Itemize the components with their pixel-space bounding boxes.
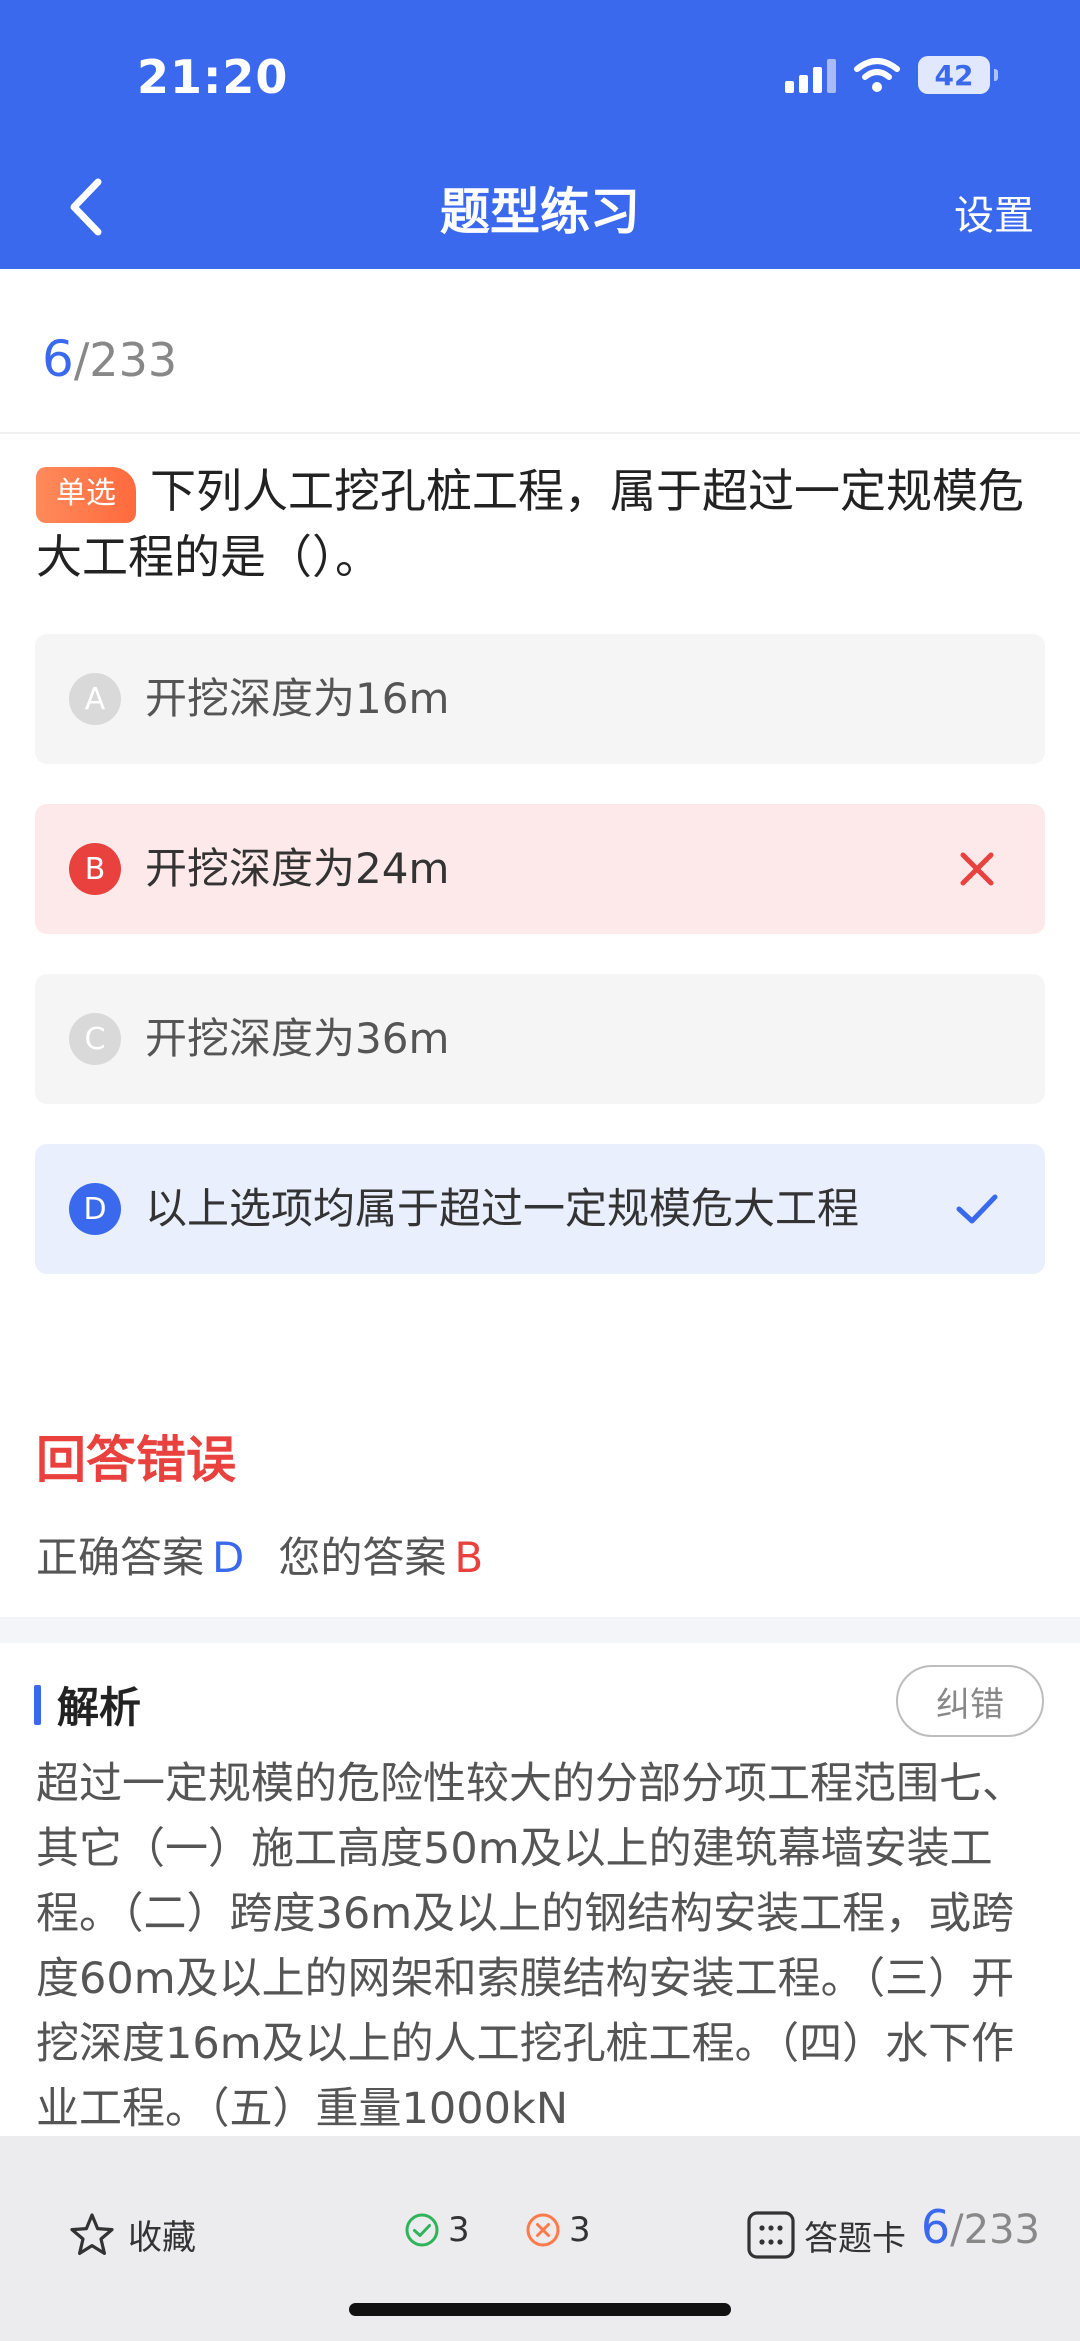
check-circle-icon <box>405 2213 439 2247</box>
option-text: 开挖深度为16m <box>145 674 450 723</box>
answer-summary: 正确答案 D 您的答案 B <box>36 1524 483 1585</box>
favorite-button[interactable]: 收藏 <box>68 2210 196 2259</box>
check-icon <box>956 1194 998 1224</box>
cross-circle-icon <box>526 2213 560 2247</box>
answer-card-label: 答题卡 <box>804 2218 906 2259</box>
option-text: 开挖深度为36m <box>145 1014 450 1063</box>
settings-button[interactable]: 设置 <box>954 183 1034 241</box>
answer-card-button[interactable]: 答题卡 <box>746 2210 906 2260</box>
status-time: 21:20 <box>137 50 289 104</box>
option-a[interactable]: A 开挖深度为16m <box>35 634 1045 764</box>
wifi-icon <box>854 58 900 92</box>
favorite-label: 收藏 <box>128 2218 196 2258</box>
question-type-badge: 单选 <box>36 467 136 523</box>
analysis-text: 超过一定规模的危险性较大的分部分项工程范围七、其它（一）施工高度50m及以上的建… <box>36 1759 1025 2134</box>
grid-icon <box>747 2211 795 2259</box>
option-letter: C <box>69 1013 121 1065</box>
cross-icon <box>960 852 994 886</box>
report-error-button[interactable]: 纠错 <box>896 1665 1044 1737</box>
option-letter: B <box>69 843 121 895</box>
analysis-header: 解析 <box>34 1674 141 1735</box>
battery-icon: 42 <box>918 56 998 94</box>
divider <box>0 432 1080 434</box>
option-text: 以上选项均属于超过一定规模危大工程 <box>145 1184 860 1233</box>
result-title: 回答错误 <box>36 1431 236 1489</box>
question-counter: 6/233 <box>42 330 177 388</box>
option-d[interactable]: D 以上选项均属于超过一定规模危大工程 <box>35 1144 1045 1274</box>
correct-answer-value: D <box>212 1533 245 1582</box>
option-b[interactable]: B 开挖深度为24m <box>35 804 1045 934</box>
correct-answer-label: 正确答案 <box>36 1533 205 1582</box>
header-bar: 21:20 42 题型练习 设置 <box>0 0 1080 269</box>
option-c[interactable]: C 开挖深度为36m <box>35 974 1045 1104</box>
signal-icon <box>785 57 836 93</box>
page-title: 题型练习 <box>440 183 640 241</box>
home-indicator <box>349 2303 731 2316</box>
question-stem: 单选 下列人工挖孔桩工程，属于超过一定规模危大工程的是（）。 <box>36 458 1046 590</box>
bottom-counter-current: 6 <box>920 2200 951 2254</box>
wrong-count-value: 3 <box>569 2210 591 2250</box>
your-answer-label: 您的答案 <box>278 1533 447 1582</box>
bottom-counter-total: /233 <box>950 2207 1040 2253</box>
option-letter: A <box>69 673 121 725</box>
section-separator <box>0 1617 1080 1643</box>
correct-count: 3 <box>404 2210 470 2250</box>
option-text: 开挖深度为24m <box>145 844 450 893</box>
section-marker <box>34 1684 41 1725</box>
wrong-count: 3 <box>525 2210 591 2250</box>
option-letter: D <box>69 1183 121 1235</box>
analysis-title: 解析 <box>57 1683 142 1732</box>
status-icons: 42 <box>785 56 998 94</box>
counter-total: /233 <box>73 333 178 387</box>
star-icon <box>70 2212 114 2255</box>
bottom-counter: 6/233 <box>921 2200 1040 2254</box>
question-text: 下列人工挖孔桩工程，属于超过一定规模危大工程的是（）。 <box>36 464 1024 584</box>
counter-current: 6 <box>42 330 74 388</box>
correct-count-value: 3 <box>448 2210 470 2250</box>
your-answer-value: B <box>454 1533 484 1582</box>
